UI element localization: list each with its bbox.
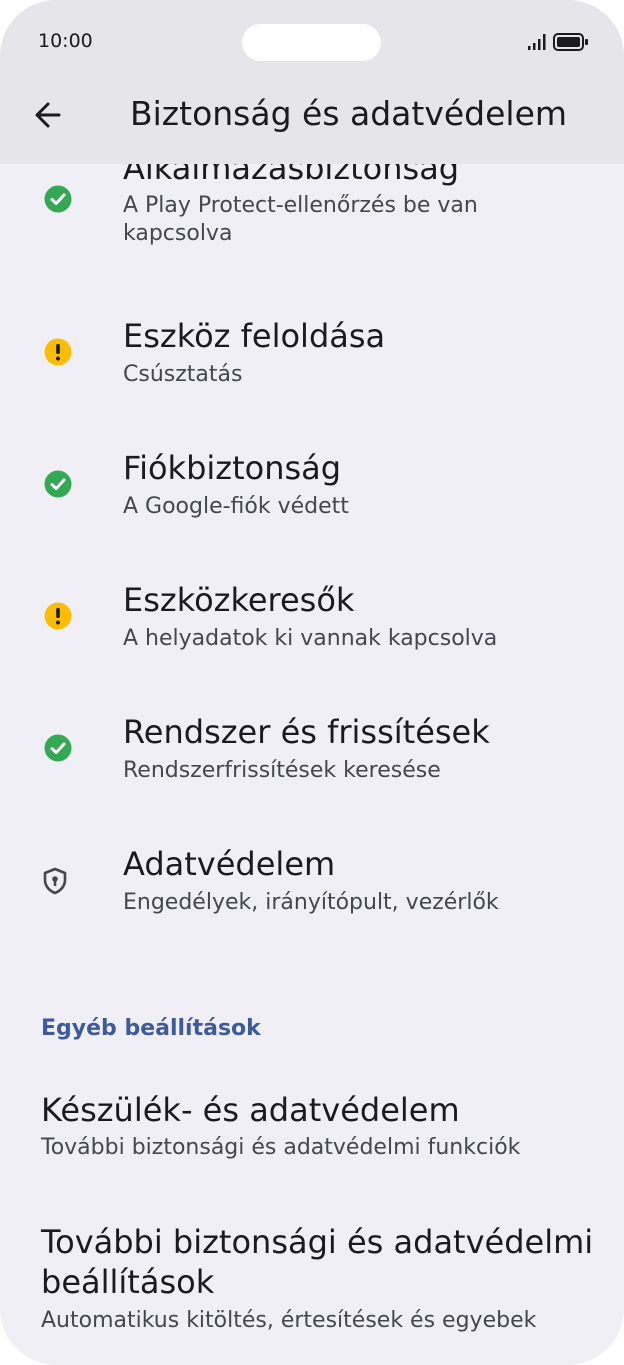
privacy-shield-icon bbox=[43, 867, 67, 895]
list-item-account-security[interactable]: Fiókbiztonság A Google-fiók védett bbox=[0, 436, 624, 536]
warning-icon bbox=[44, 602, 72, 630]
phone-screen: 10:00 Biztonság és adatvédelem Alkalmazá… bbox=[0, 0, 624, 1365]
list-item-device-unlock[interactable]: Eszköz feloldása Csúsztatás bbox=[0, 304, 624, 404]
list-item-device-data-protection[interactable]: Készülék- és adatvédelem További biztons… bbox=[0, 1084, 624, 1174]
item-subtitle: Rendszerfrissítések keresése bbox=[123, 758, 441, 783]
app-bar: 10:00 Biztonság és adatvédelem bbox=[0, 0, 624, 164]
item-title: Eszköz feloldása bbox=[123, 317, 386, 355]
page-title: Biztonság és adatvédelem bbox=[130, 94, 568, 133]
list-item-privacy[interactable]: Adatvédelem Engedélyek, irányítópult, ve… bbox=[0, 832, 624, 932]
list-item-app-security[interactable]: Alkalmazásbiztonság A Play Protect-ellen… bbox=[0, 164, 624, 264]
settings-list: Alkalmazásbiztonság A Play Protect-ellen… bbox=[0, 164, 624, 1365]
item-subtitle: További biztonsági és adatvédelmi funkci… bbox=[41, 1135, 521, 1160]
item-title: Rendszer és frissítések bbox=[123, 713, 490, 751]
item-subtitle: Automatikus kitöltés, értesítések és egy… bbox=[41, 1308, 537, 1333]
status-time: 10:00 bbox=[38, 30, 93, 52]
item-subtitle: Engedélyek, irányítópult, vezérlők bbox=[123, 890, 499, 915]
item-subtitle: A helyadatok ki vannak kapcsolva bbox=[123, 626, 498, 651]
list-item-find-device[interactable]: Eszközkeresők A helyadatok ki vannak kap… bbox=[0, 568, 624, 668]
check-circle-icon bbox=[44, 185, 72, 213]
item-subtitle: A Play Protect-ellenőrzés be van kapcsol… bbox=[123, 193, 478, 246]
warning-icon bbox=[44, 338, 72, 366]
item-title: Készülék- és adatvédelem bbox=[41, 1091, 460, 1129]
item-title: Alkalmazásbiztonság bbox=[123, 164, 460, 187]
item-subtitle: Csúsztatás bbox=[123, 362, 243, 387]
check-circle-icon bbox=[44, 734, 72, 762]
item-title: Eszközkeresők bbox=[123, 581, 355, 619]
signal-icon bbox=[528, 34, 546, 50]
item-title: Adatvédelem bbox=[123, 845, 336, 883]
item-title: Fiókbiztonság bbox=[123, 449, 342, 487]
list-item-system-updates[interactable]: Rendszer és frissítések Rendszerfrissíté… bbox=[0, 700, 624, 800]
back-arrow-icon[interactable] bbox=[29, 96, 67, 134]
check-circle-icon bbox=[44, 470, 72, 498]
section-heading-other: Egyéb beállítások bbox=[41, 1016, 261, 1041]
list-item-more-security-settings[interactable]: További biztonsági és adatvédelmi beállí… bbox=[0, 1216, 624, 1346]
battery-icon bbox=[553, 33, 588, 51]
item-title: További biztonsági és adatvédelmi beállí… bbox=[41, 1223, 594, 1301]
camera-notch bbox=[242, 24, 381, 61]
item-subtitle: A Google-fiók védett bbox=[123, 494, 349, 519]
